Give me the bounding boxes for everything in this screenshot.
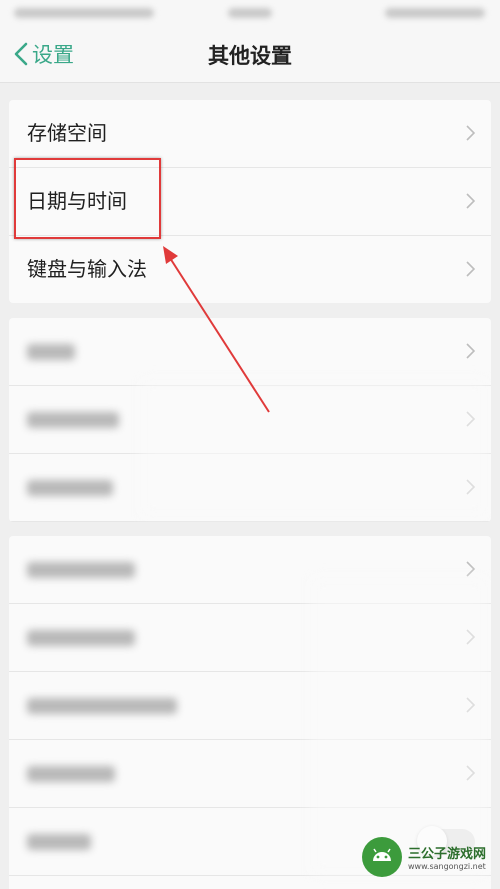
watermark-name: 三公子游戏网 (408, 847, 487, 862)
watermark-url: www.sangongzi.net (408, 862, 486, 871)
annotation-arrow (163, 246, 270, 413)
android-logo-icon (362, 837, 402, 877)
watermark: 三公子游戏网 www.sangongzi.net (362, 831, 494, 883)
